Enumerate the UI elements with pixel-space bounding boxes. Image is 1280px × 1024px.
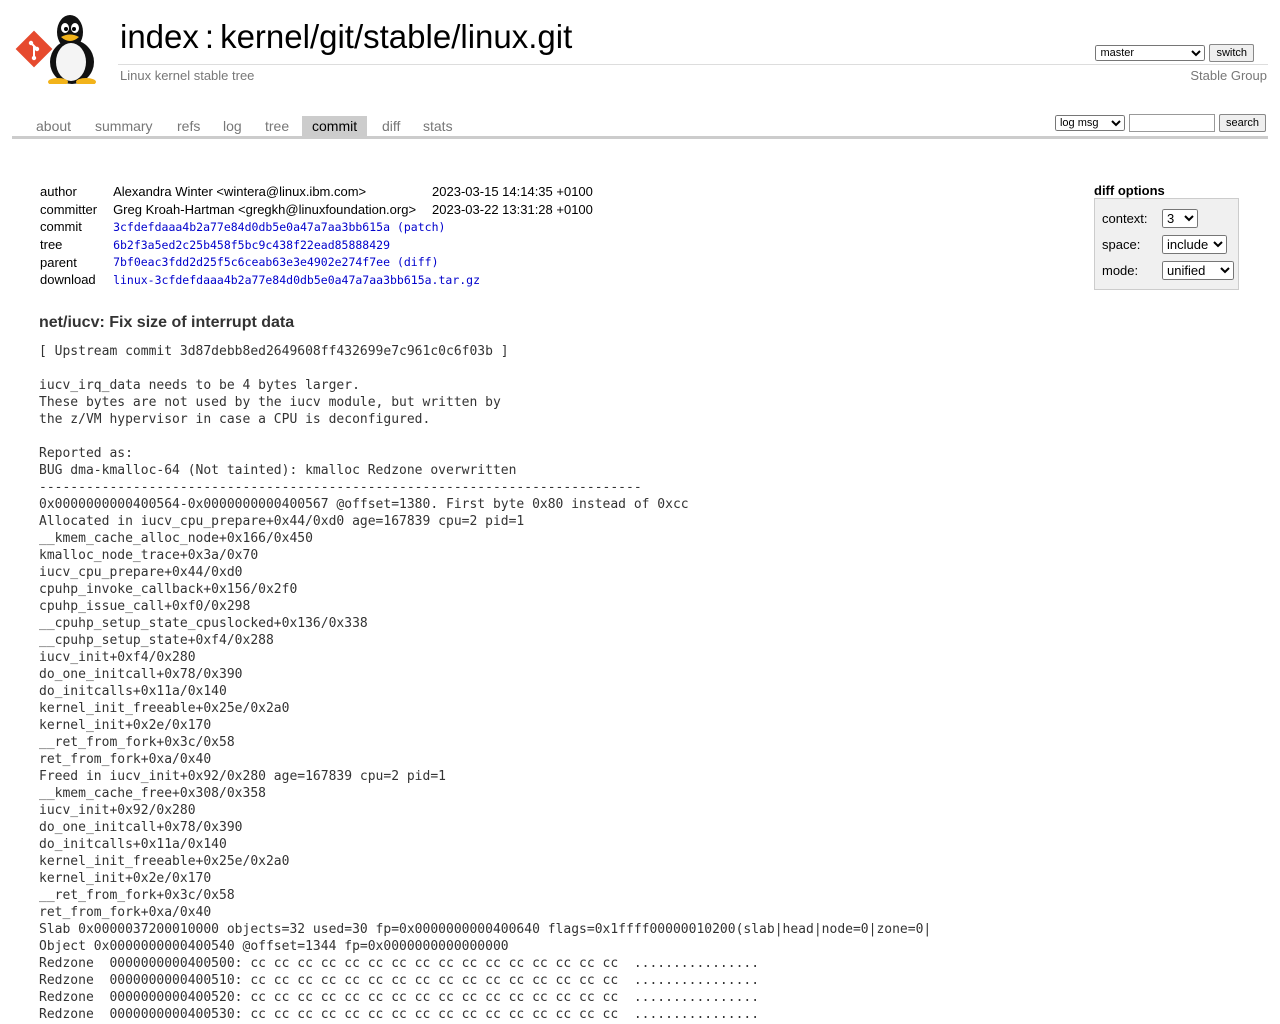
switch-button[interactable]: switch <box>1209 44 1254 62</box>
commit-info-table: author Alexandra Winter <wintera@linux.i… <box>38 183 595 289</box>
tab-refs[interactable]: refs <box>167 116 210 136</box>
tree-key: tree <box>40 237 63 253</box>
parent-sha-cell: 7bf0eac3fdd2d25f5c6ceab63e3e4902e274f7ee… <box>111 253 595 271</box>
tab-stats[interactable]: stats <box>413 116 463 136</box>
tab-about[interactable]: about <box>26 116 81 136</box>
search-input[interactable] <box>1128 114 1215 132</box>
tab-summary[interactable]: summary <box>85 116 163 136</box>
mode-select[interactable]: unified <box>1162 260 1234 280</box>
space-option-row: space: include <box>1102 234 1227 254</box>
mode-label: mode: <box>1102 262 1139 278</box>
tree-sha-link[interactable]: 6b2f3a5ed2c25b458f5bc9c438f22ead85888429 <box>113 238 390 252</box>
diff-options-panel: context: 3 space: include mode: unified <box>1094 198 1239 290</box>
author-row: author Alexandra Winter <wintera@linux.i… <box>38 183 595 201</box>
context-select[interactable]: 3 <box>1162 208 1198 228</box>
committer-row: committer Greg Kroah-Hartman <gregkh@lin… <box>38 201 595 219</box>
download-cell: linux-3cfdefdaaa4b2a77e84d0db5e0a47a7aa3… <box>111 271 595 289</box>
mode-option-row: mode: unified <box>1102 260 1234 280</box>
author-date: 2023-03-15 14:14:35 +0100 <box>432 184 593 200</box>
download-key: download <box>40 272 96 288</box>
committer-date: 2023-03-22 13:31:28 +0100 <box>432 201 593 217</box>
tab-commit[interactable]: commit <box>302 116 368 136</box>
tux-penguin-icon <box>48 15 96 84</box>
index-link[interactable]: index <box>120 18 199 55</box>
search-button[interactable]: search <box>1218 114 1266 132</box>
tab-diff[interactable]: diff <box>372 116 410 136</box>
context-label: context: <box>1102 210 1148 226</box>
commit-sha-link[interactable]: 3cfdefdaaa4b2a77e84d0db5e0a47a7aa3bb615a <box>113 220 390 234</box>
commit-sha-cell: 3cfdefdaaa4b2a77e84d0db5e0a47a7aa3bb615a… <box>111 218 595 236</box>
diff-options-title: diff options <box>1094 183 1165 198</box>
branch-select[interactable]: master <box>1095 45 1206 61</box>
tab-log[interactable]: log <box>213 116 252 136</box>
parent-diff-link[interactable]: (diff) <box>397 255 439 269</box>
parent-row: parent 7bf0eac3fdd2d25f5c6ceab63e3e4902e… <box>38 253 595 271</box>
committer-key: committer <box>40 201 98 217</box>
context-option-row: context: 3 <box>1102 208 1198 228</box>
branch-switch-form: master switch <box>1095 44 1254 62</box>
tab-tree[interactable]: tree <box>255 116 299 136</box>
header-divider <box>118 64 1268 65</box>
repo-owner: Stable Group <box>1190 68 1267 83</box>
repo-link[interactable]: kernel/git/stable/linux.git <box>220 18 572 55</box>
page-title: index: kernel/git/stable/linux.git <box>120 17 572 57</box>
commit-key: commit <box>40 219 82 235</box>
patch-link[interactable]: (patch) <box>397 220 445 234</box>
commit-message: [ Upstream commit 3d87debb8ed2649608ff43… <box>39 344 932 1022</box>
space-label: space: <box>1102 236 1141 252</box>
search-mode-select[interactable]: log msg <box>1054 115 1125 131</box>
title-separator: : <box>204 18 215 55</box>
commit-subject: net/iucv: Fix size of interrupt data <box>39 314 295 331</box>
author-value: Alexandra Winter <wintera@linux.ibm.com> <box>113 184 367 200</box>
cgit-logo-icon[interactable] <box>14 12 110 84</box>
tree-row: tree 6b2f3a5ed2c25b458f5bc9c438f22ead858… <box>38 236 595 254</box>
space-select[interactable]: include <box>1162 234 1227 254</box>
parent-sha-link[interactable]: 7bf0eac3fdd2d25f5c6ceab63e3e4902e274f7ee <box>113 255 390 269</box>
parent-key: parent <box>40 254 77 270</box>
committer-value: Greg Kroah-Hartman <gregkh@linuxfoundati… <box>113 201 417 217</box>
download-tarball-link[interactable]: linux-3cfdefdaaa4b2a77e84d0db5e0a47a7aa3… <box>113 273 480 287</box>
git-diamond-icon <box>15 30 53 68</box>
download-row: download linux-3cfdefdaaa4b2a77e84d0db5e… <box>38 271 595 289</box>
tree-sha-cell: 6b2f3a5ed2c25b458f5bc9c438f22ead85888429 <box>111 236 595 254</box>
repo-description: Linux kernel stable tree <box>120 68 255 83</box>
author-key: author <box>40 184 77 200</box>
search-form: log msg search <box>1054 114 1266 132</box>
commit-row: commit 3cfdefdaaa4b2a77e84d0db5e0a47a7aa… <box>38 218 595 236</box>
